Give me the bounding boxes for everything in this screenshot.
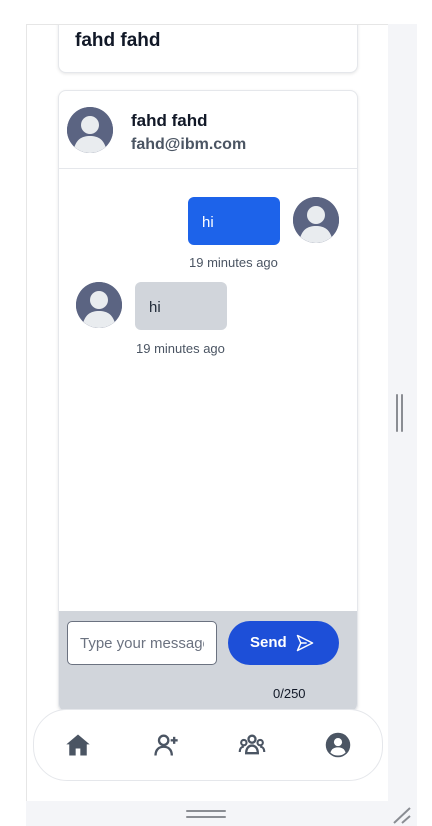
send-icon [296,634,314,652]
nav-account[interactable] [324,731,352,759]
profile-card: fahd fahd [58,25,358,73]
message-composer: Send 0/250 [59,611,357,711]
contact-avatar [67,107,113,153]
profile-name: fahd fahd [75,30,161,51]
account-icon [325,732,351,758]
send-button-label: Send [250,634,287,651]
nav-home[interactable] [64,731,92,759]
chat-panel: fahd fahd fahd@ibm.com hi 19 minutes ago… [58,90,358,712]
contact-name: fahd fahd [131,111,208,130]
outgoing-message-bubble: hi [188,197,280,245]
nav-add-user[interactable] [152,731,180,759]
message-input[interactable] [67,621,217,665]
user-silhouette-icon [67,107,113,153]
horizontal-resize-grip[interactable] [186,810,226,820]
contact-email: fahd@ibm.com [131,136,247,153]
user-silhouette-icon [76,282,122,328]
bottom-navigation [33,709,383,781]
sender-avatar [293,197,339,243]
chat-header: fahd fahd fahd@ibm.com [59,91,357,169]
recipient-avatar [76,282,122,328]
character-counter: 0/250 [273,686,306,701]
home-icon [66,734,90,756]
message-text: hi [149,299,161,316]
grip-line [186,810,226,812]
grip-line [396,394,398,432]
corner-resize-grip-icon[interactable] [392,806,412,824]
nav-groups[interactable] [238,731,266,759]
device-viewport: fahd fahd fahd fahd fahd@ibm.com hi 19 m… [26,24,388,801]
vertical-resize-grip[interactable] [396,394,404,432]
grip-line [401,394,403,432]
message-timestamp: 19 minutes ago [189,255,278,270]
grip-line [186,816,226,818]
user-silhouette-icon [293,197,339,243]
add-user-icon [154,734,178,756]
message-timestamp: 19 minutes ago [136,341,225,356]
send-button[interactable]: Send [228,621,339,665]
incoming-message-bubble: hi [135,282,227,330]
message-text: hi [202,214,214,231]
group-icon [238,734,266,755]
